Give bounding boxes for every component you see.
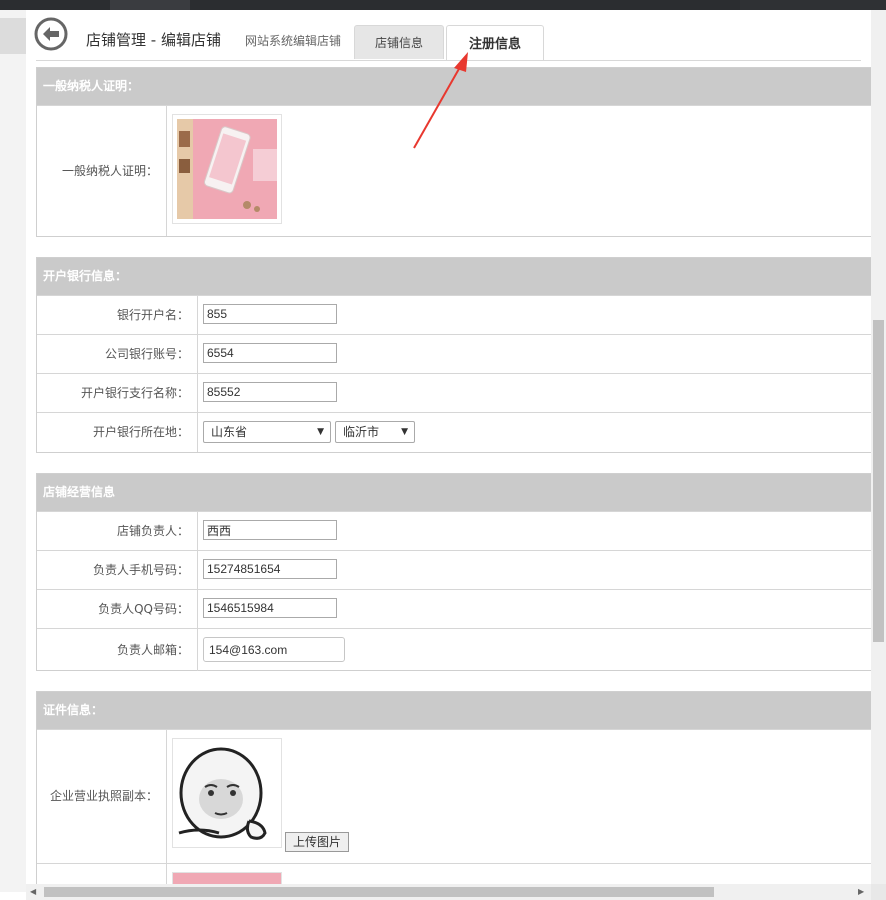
bank-account-name-row: 银行开户名： — [37, 295, 871, 334]
city-select[interactable]: 临沂市 ▼ — [335, 421, 415, 443]
chevron-down-icon: ▼ — [401, 427, 408, 437]
phone-input[interactable] — [203, 559, 337, 579]
top-bar-tab — [110, 0, 190, 10]
operation-section: 店铺经营信息 店铺负责人： 负责人手机号码： 负责人QQ号码： 负责人邮箱： — [36, 473, 871, 671]
chevron-down-icon: ▼ — [317, 427, 324, 437]
manager-input[interactable] — [203, 520, 337, 540]
qq-row: 负责人QQ号码： — [37, 589, 871, 628]
phone-row: 负责人手机号码： — [37, 550, 871, 589]
email-label: 负责人邮箱： — [37, 629, 198, 671]
qq-input[interactable] — [203, 598, 337, 618]
operation-section-heading: 店铺经营信息 — [37, 474, 871, 511]
certificates-section: 证件信息： 企业营业执照副本： 上传图片 — [36, 691, 871, 884]
certificate-next-label — [37, 864, 167, 884]
manager-label: 店铺负责人： — [37, 512, 198, 550]
manager-row: 店铺负责人： — [37, 511, 871, 550]
email-input[interactable] — [203, 637, 345, 662]
upload-image-button[interactable]: 上传图片 — [285, 832, 349, 852]
phone-label: 负责人手机号码： — [37, 551, 198, 589]
top-bar-segment — [740, 0, 886, 10]
left-side-panel — [0, 10, 26, 892]
red-annotation-arrow-icon — [413, 52, 468, 149]
vertical-scrollbar-thumb[interactable] — [873, 320, 884, 642]
window-top-bar — [0, 0, 886, 10]
certificate-next-row — [37, 863, 871, 884]
province-select-value: 山东省 — [211, 425, 248, 439]
license-label: 企业营业执照副本： — [37, 730, 167, 863]
license-row: 企业营业执照副本： 上传图片 — [37, 729, 871, 863]
scroll-right-icon[interactable]: ▶ — [858, 884, 864, 900]
phone-photo-image — [177, 119, 277, 219]
scroll-left-icon[interactable]: ◀ — [30, 884, 36, 900]
horizontal-scrollbar[interactable]: ◀ ▶ — [26, 884, 871, 900]
left-panel-handle[interactable] — [0, 18, 26, 54]
page-subtitle: 网站系统编辑店铺 — [245, 34, 342, 48]
meme-face-image — [175, 741, 279, 845]
bank-account-number-row: 公司银行账号： — [37, 334, 871, 373]
bank-account-number-input[interactable] — [203, 343, 337, 363]
province-select[interactable]: 山东省 ▼ — [203, 421, 331, 443]
bank-branch-row: 开户银行支行名称： — [37, 373, 871, 412]
bank-section-heading: 开户银行信息： — [37, 258, 871, 295]
license-image[interactable] — [172, 738, 282, 848]
taxpayer-label: 一般纳税人证明： — [37, 106, 167, 236]
bank-location-row: 开户银行所在地： 山东省 ▼ 临沂市 ▼ — [37, 412, 871, 452]
taxpayer-certificate-image[interactable] — [172, 114, 282, 224]
horizontal-scrollbar-thumb[interactable] — [44, 887, 714, 897]
qq-label: 负责人QQ号码： — [37, 590, 198, 628]
bank-branch-input[interactable] — [203, 382, 337, 402]
bank-account-name-label: 银行开户名： — [37, 296, 198, 334]
certificate-next-image[interactable] — [172, 872, 282, 884]
vertical-scrollbar[interactable] — [871, 10, 886, 884]
scrollbar-corner — [871, 884, 886, 900]
bank-location-label: 开户银行所在地： — [37, 413, 198, 452]
bank-branch-label: 开户银行支行名称： — [37, 374, 198, 412]
email-row: 负责人邮箱： — [37, 628, 871, 671]
bank-account-number-label: 公司银行账号： — [37, 335, 198, 373]
back-arrow-icon[interactable] — [34, 17, 68, 51]
certificates-section-heading: 证件信息： — [37, 692, 871, 729]
main-content: 店铺管理 - 编辑店铺 网站系统编辑店铺 店铺信息 注册信息 一般纳税人证明： … — [26, 10, 871, 884]
bank-account-name-input[interactable] — [203, 304, 337, 324]
city-select-value: 临沂市 — [343, 425, 380, 439]
page-title: 店铺管理 - 编辑店铺 — [86, 31, 221, 49]
bank-section: 开户银行信息： 银行开户名： 公司银行账号： 开户银行支行名称： 开户银行所在地… — [36, 257, 871, 453]
